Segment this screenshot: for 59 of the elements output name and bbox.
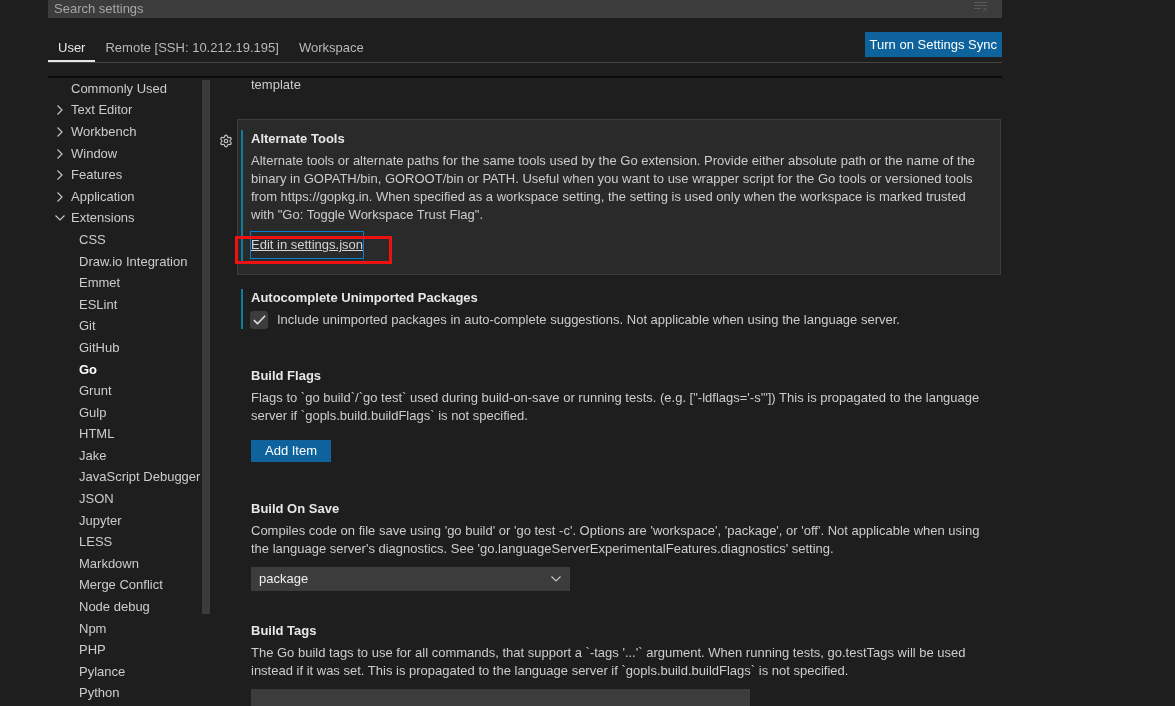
sidebar-item[interactable]: Grunt	[79, 382, 112, 401]
setting-title: Autocomplete Unimported Packages	[251, 289, 479, 307]
setting-title: Build On Save	[251, 500, 341, 518]
sidebar-item[interactable]: Go	[79, 360, 98, 379]
setting-description: Include unimported packages in auto-complete suggestions. Not applicable when using the language server.	[277, 311, 900, 329]
chevron-down-icon	[551, 576, 561, 582]
settings-tab[interactable]: User	[48, 39, 96, 62]
setting-description: The Go build tags to use for all commands, that support a `-tags '...'` argument. When running tests, go.testTags will be used instead if it was set. This is propagated to the language server if `gopls.build.buildFlags` is not specified.	[251, 644, 967, 680]
chevron-right-icon[interactable]	[57, 127, 63, 137]
sidebar-item[interactable]: Git	[79, 317, 96, 336]
setting-description: Alternate tools or alternate paths for the same tools used by the Go extension. Provide either absolute path or the name of the binary in GOPATH/bin, GOROOT/bin or PATH. Useful when you want to use wrapper script for the Go tools or versioned tools from https://gopkg.in. When specified as a workspace setting, the setting is used only when the workspace is marked trusted with "Go: Toggle Workspace Trust Flag".	[251, 152, 977, 224]
sidebar-item[interactable]: Pylance	[79, 662, 126, 681]
setting-description: Compiles code on file save using 'go build' or 'go test -c'. Options are 'workspace', 'package', or 'off'. Not applicable when using the language server's diagnostics. See 'go.languageServerExperimentalFeatures.diagnostics' setting.	[251, 522, 981, 558]
dropdown[interactable]: package	[251, 567, 570, 591]
chevron-down-icon[interactable]	[55, 215, 65, 222]
sidebar-item[interactable]: Emmet	[79, 274, 121, 293]
setting-title: Build Flags	[251, 367, 323, 385]
settings-tab[interactable]: Remote [SSH: 10.212.19.195]	[95, 39, 289, 62]
sidebar-item[interactable]: HTML	[79, 425, 115, 444]
settings-sync-button[interactable]: Turn on Settings Sync	[864, 32, 1002, 57]
chevron-right-icon[interactable]	[57, 148, 63, 159]
sidebar-item[interactable]: JavaScript Debugger	[79, 468, 201, 487]
chevron-right-icon[interactable]	[57, 170, 63, 181]
setting-title: Alternate Tools	[251, 130, 346, 148]
sidebar-item[interactable]: JSON	[79, 490, 114, 509]
sidebar-item[interactable]: LESS	[79, 533, 113, 552]
sidebar-item[interactable]: Text Editor	[71, 101, 133, 120]
settings-gear-icon[interactable]	[219, 134, 233, 148]
sidebar-item[interactable]: Markdown	[79, 554, 139, 573]
add-item-button[interactable]: Add Item	[251, 440, 332, 462]
setting-description-fragment: template	[250, 78, 302, 92]
sidebar-item[interactable]: Merge Conflict	[79, 576, 163, 595]
sidebar-item[interactable]: Application	[71, 187, 135, 206]
check-icon	[252, 315, 266, 325]
edit-json-link[interactable]: Edit in settings.json	[251, 232, 363, 258]
sidebar-item[interactable]: ESLint	[79, 295, 118, 314]
scrollbar-thumb[interactable]	[202, 80, 210, 614]
setting-title: Build Tags	[251, 622, 318, 640]
sidebar-item[interactable]: Jake	[79, 446, 107, 465]
chevron-right-icon[interactable]	[57, 105, 63, 116]
sidebar-item[interactable]: Python	[79, 684, 120, 703]
sidebar-item[interactable]: Commonly Used	[71, 79, 168, 98]
chevron-right-icon[interactable]	[57, 191, 63, 202]
sidebar-item[interactable]: PHP	[79, 641, 106, 660]
setting-description: Flags to `go build`/`go test` used during build-on-save or running tests. (e.g. ["-ldflags='-s'"]) This is propagated to the language server if `gopls.build.buildFlags` is not specified.	[251, 389, 981, 425]
sidebar-item[interactable]: CSS	[79, 230, 106, 249]
settings-tab[interactable]: Workspace	[288, 39, 374, 62]
sidebar-item[interactable]: Node debug	[79, 598, 150, 617]
sidebar-item[interactable]: Jupyter	[79, 511, 122, 530]
sidebar-item[interactable]: GitHub	[79, 338, 120, 357]
sidebar-item[interactable]: Workbench	[71, 123, 137, 141]
sidebar-item[interactable]: Draw.io Integration	[79, 252, 188, 271]
sidebar-item[interactable]: Window	[71, 144, 118, 163]
sidebar-item[interactable]: Npm	[79, 619, 107, 638]
search-field[interactable]: Search settings	[48, 0, 974, 18]
checkbox[interactable]	[250, 311, 268, 329]
sidebar-item[interactable]: Features	[71, 166, 123, 185]
sidebar-item[interactable]: Gulp	[79, 403, 107, 422]
sidebar-item[interactable]: Extensions	[71, 209, 135, 228]
